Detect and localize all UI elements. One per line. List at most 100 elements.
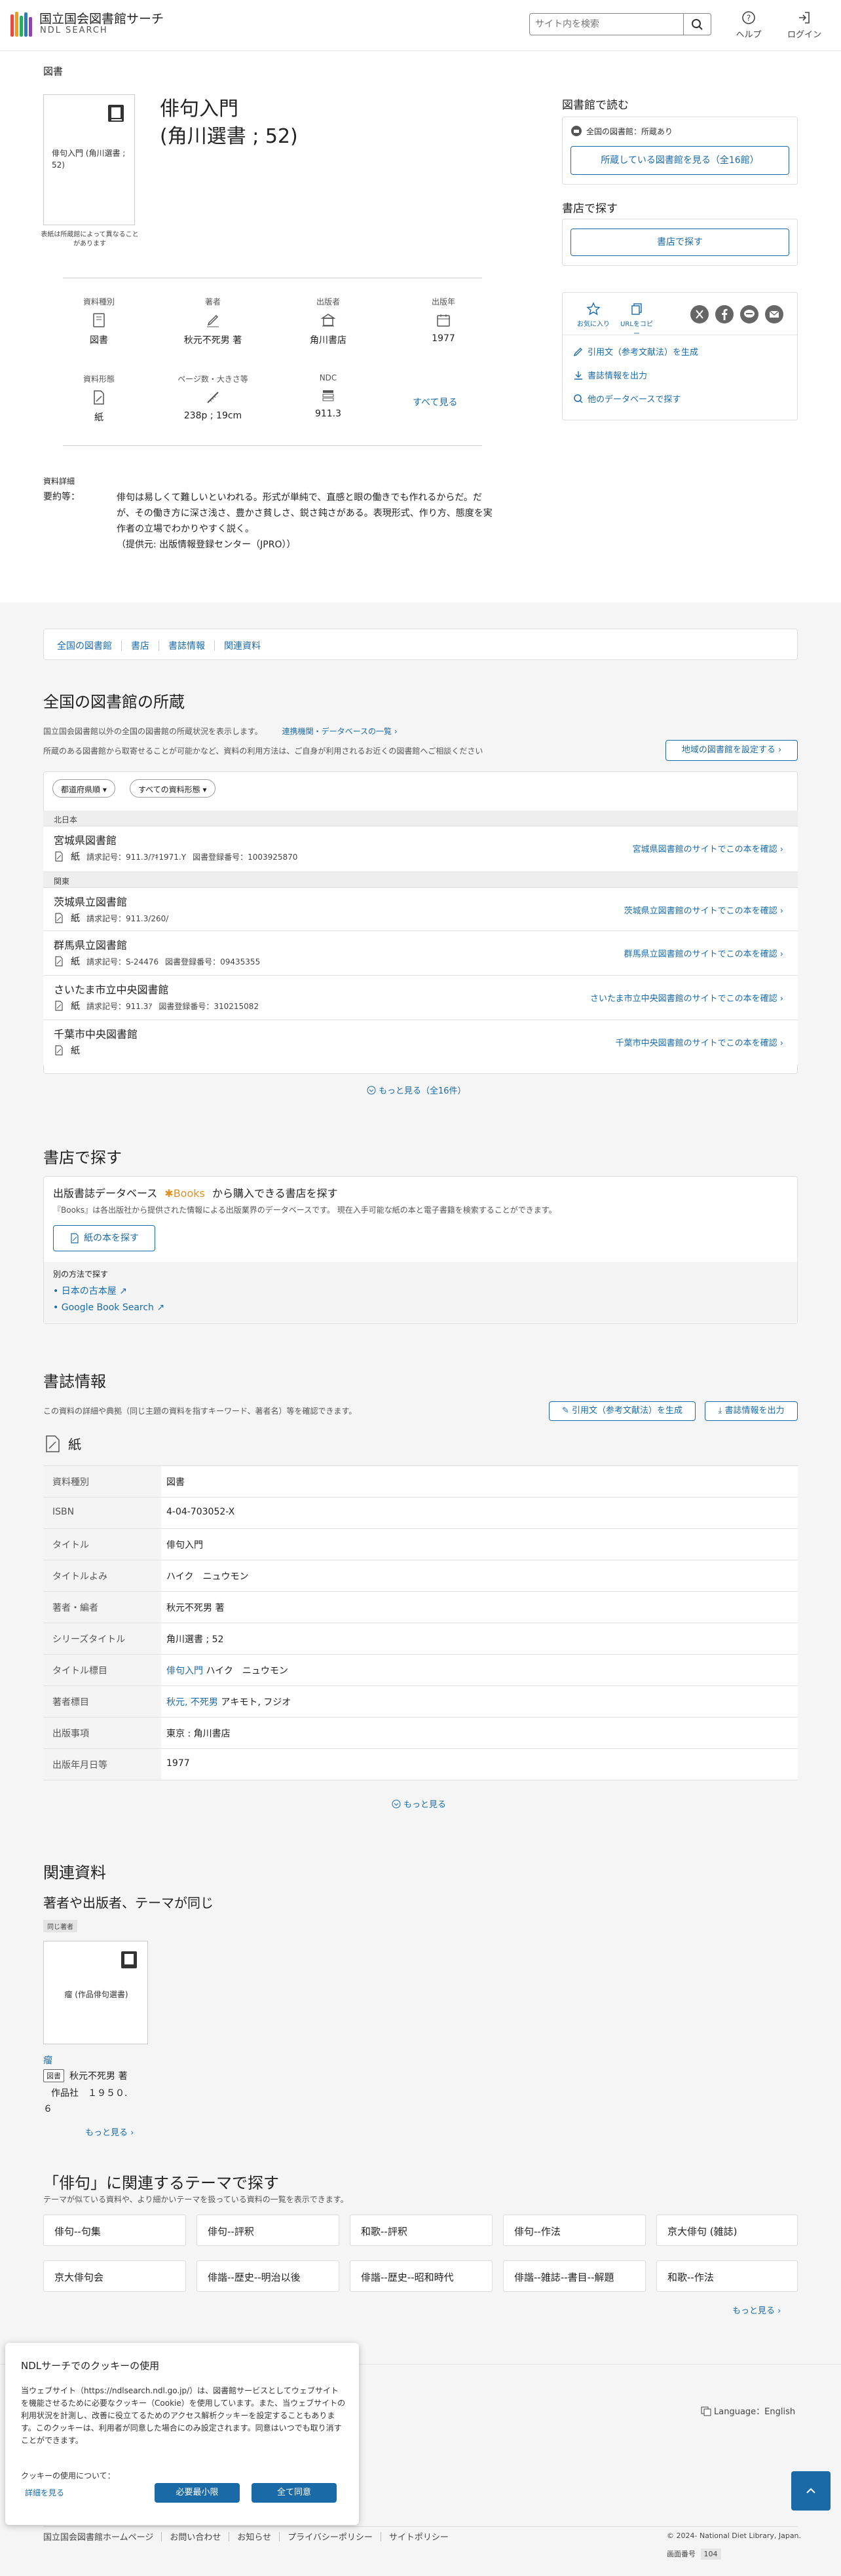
paper-icon: [55, 913, 63, 923]
form-filter-label: すべての資料形態: [138, 785, 200, 794]
biblio-more-link[interactable]: もっと見る: [392, 1797, 446, 1810]
library-site-link[interactable]: 群馬県立図書館のサイトでこの本を確認 ›: [624, 947, 783, 959]
book-title-line1: 俳句入門: [160, 98, 238, 120]
theme-more-link[interactable]: もっと見る ›: [732, 2304, 781, 2316]
pref-sort-dropdown[interactable]: 都道府県順 ▾: [52, 779, 115, 798]
chevron-up-icon: [806, 2488, 815, 2493]
biblio-series-link[interactable]: 角川選書 ; 52: [166, 1632, 223, 1646]
cookie-title: NDLサーチでのクッキーの使用: [21, 2360, 160, 2372]
search-input[interactable]: [535, 17, 679, 31]
footer-link[interactable]: サイトポリシー: [389, 2530, 449, 2543]
cookie-accept-all-button[interactable]: 全て同意: [252, 2483, 337, 2503]
cookie-detail-link[interactable]: 詳細を見る: [25, 2487, 64, 2498]
theme-item[interactable]: 京大俳句 (雑誌): [656, 2215, 798, 2246]
language-switch[interactable]: Language：English: [701, 2404, 795, 2417]
biblio-author-reading: アキモト, フジオ: [217, 1697, 291, 1708]
footer-link[interactable]: お知らせ: [237, 2530, 271, 2543]
set-region-button[interactable]: 地域の図書館を設定する ›: [665, 740, 798, 761]
meta-show-all-link[interactable]: すべて見る: [413, 396, 457, 409]
footer-link[interactable]: 国立国会図書館ホームページ: [43, 2530, 153, 2543]
google-books-link[interactable]: • Google Book Search ↗: [53, 1302, 164, 1313]
biblio-cite-button[interactable]: ✎ 引用文（参考文献法）を生成: [549, 1401, 696, 1421]
tab-libraries[interactable]: 全国の図書館: [57, 639, 112, 652]
books-db-desc: 『Books』は各出版社から提供された情報による出版業界のデータベースです。 現…: [53, 1205, 557, 1215]
cookie-banner: NDLサーチでのクッキーの使用 当ウェブサイト（https://ndlsearc…: [5, 2343, 359, 2525]
library-meta: 紙 請求記号：911.3/ｱｷ1971.Y 図書登録番号：1003925870: [54, 850, 297, 863]
meta-label: NDC: [319, 373, 337, 382]
shop-search-button[interactable]: 書店で探す: [570, 229, 789, 256]
tab-related[interactable]: 関連資料: [224, 639, 261, 652]
biblio-title-heading-link[interactable]: 俳句入門: [166, 1666, 203, 1676]
cookie-minimum-button[interactable]: 必要最小限: [155, 2483, 240, 2503]
find-paper-book-button[interactable]: 紙の本を探す: [53, 1225, 155, 1251]
favorite-button[interactable]: お気に入り: [577, 302, 610, 328]
ndl-logo-icon[interactable]: [9, 10, 35, 38]
related-card-thumb[interactable]: 瘤 (作品俳句選書): [43, 1941, 148, 2044]
search-button[interactable]: [683, 14, 711, 35]
theme-item[interactable]: 俳諧--雑誌--書目--解題: [503, 2260, 646, 2292]
theme-item[interactable]: 俳句--評釈: [196, 2215, 339, 2246]
theme-item[interactable]: 俳句--句集: [43, 2215, 186, 2246]
theme-item[interactable]: 俳句--作法: [503, 2215, 646, 2246]
x-share-icon[interactable]: [690, 304, 709, 324]
library-site-label: さいたま市立中央図書館のサイトでこの本を確認: [590, 994, 777, 1004]
footer-link[interactable]: プライバシーポリシー: [288, 2530, 373, 2543]
library-site-link[interactable]: 千葉市中央図書館のサイトでこの本を確認 ›: [616, 1036, 783, 1048]
biblio-title: 書誌情報: [43, 1372, 106, 1391]
tab-sep: [214, 640, 215, 651]
library-site-link[interactable]: 茨城県立図書館のサイトでこの本を確認 ›: [624, 904, 783, 916]
theme-item[interactable]: 和歌--評釈: [350, 2215, 493, 2246]
footer-sep: [161, 2531, 162, 2541]
tab-stores[interactable]: 書店: [131, 639, 149, 652]
back-to-top-button[interactable]: [791, 2471, 831, 2511]
meta-value: 911.3: [314, 409, 342, 419]
external-link-icon: ↗: [119, 1286, 127, 1297]
holdings-more-link[interactable]: もっと見る（全16件）: [367, 1084, 466, 1096]
form-filter-dropdown[interactable]: すべての資料形態 ▾: [130, 779, 215, 798]
copy-url-button[interactable]: URLをコピー: [618, 302, 656, 338]
related-more-link[interactable]: もっと見る ›: [85, 2125, 134, 2138]
mail-share-icon[interactable]: [764, 304, 784, 324]
partner-list-link[interactable]: 連携機関・データベースの一覧 ›: [282, 727, 398, 736]
library-site-link[interactable]: 宮城県図書館のサイトでこの本を確認 ›: [633, 842, 783, 855]
facebook-share-icon[interactable]: [715, 304, 734, 324]
related-card-title[interactable]: 瘤: [43, 2053, 52, 2067]
theme-item[interactable]: 京大俳句会: [43, 2260, 186, 2292]
kosho-link[interactable]: • 日本の古本屋 ↗: [53, 1284, 127, 1297]
export-biblio-link[interactable]: 書誌情報を出力: [573, 369, 647, 381]
holdings-desc2: 所蔵のある図書館から取寄せることが可能かなど、資料の利用方法は、ご自身が利用され…: [43, 746, 483, 756]
meta-value: 秋元不死男 著: [183, 335, 242, 346]
library-form: 紙: [71, 1001, 80, 1012]
set-region-label: 地域の図書館を設定する: [681, 745, 776, 755]
line-share-icon[interactable]: [739, 304, 759, 324]
login-icon: [799, 12, 810, 24]
book-thumbnail: 俳句入門 (角川選書 ; 52): [43, 94, 135, 225]
theme-item[interactable]: 俳諧--歴史--昭和時代: [350, 2260, 493, 2292]
biblio-cite-label: 引用文（参考文献法）を生成: [572, 1406, 683, 1416]
library-site-link[interactable]: さいたま市立中央図書館のサイトでこの本を確認 ›: [590, 991, 783, 1004]
login-link[interactable]: ログイン: [785, 10, 824, 40]
footer-link[interactable]: お問い合わせ: [170, 2530, 221, 2543]
meta-label: 出版者: [316, 297, 340, 306]
biblio-author-link[interactable]: 秋元, 不死男: [166, 1697, 218, 1708]
meta-value: 図書: [90, 335, 108, 346]
biblio-title-link[interactable]: 俳句入門: [166, 1538, 203, 1551]
library-name: 千葉市中央図書館: [54, 1028, 138, 1040]
other-db-link[interactable]: 他のデータベースで探す: [573, 392, 681, 405]
tab-biblio[interactable]: 書誌情報: [168, 639, 205, 652]
biblio-row: シリーズタイトル 角川選書 ; 52: [43, 1623, 798, 1655]
help-link[interactable]: ? ヘルプ: [729, 10, 768, 40]
store-box: 出版書誌データベース ✱Books から購入できる書店を探す 『Books』は各…: [43, 1176, 798, 1324]
theme-item[interactable]: 和歌--作法: [656, 2260, 798, 2292]
theme-item[interactable]: 俳諧--歴史--明治以後: [196, 2260, 339, 2292]
view-holding-libraries-button[interactable]: 所蔵している図書館を見る（全16館）: [570, 146, 789, 175]
svg-text:?: ?: [747, 14, 751, 23]
paper-icon: [46, 1435, 60, 1452]
theme-more-label: もっと見る: [732, 2306, 776, 2316]
logo-title[interactable]: 国立国会図書館サーチ: [39, 9, 164, 27]
generate-citation-link[interactable]: 引用文（参考文献法）を生成: [573, 345, 698, 358]
biblio-key: タイトルよみ: [43, 1560, 161, 1591]
biblio-publisher-link[interactable]: 東京 : 角川書店: [166, 1727, 231, 1740]
biblio-export-button[interactable]: ⤓ 書誌情報を出力: [705, 1401, 798, 1421]
library-name: 宮城県図書館: [54, 834, 117, 847]
